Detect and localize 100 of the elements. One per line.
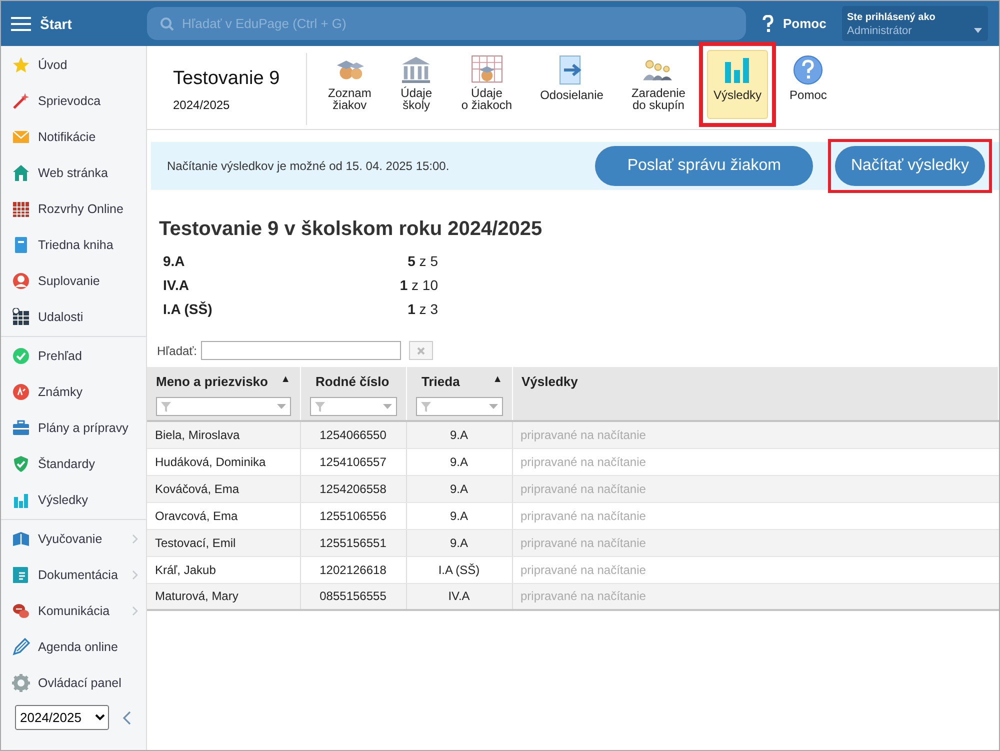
action-button[interactable]: Načítať výsledky: [834, 146, 985, 186]
column-header[interactable]: Meno a priezvisko ▲: [147, 367, 300, 421]
filter-dropdown[interactable]: [310, 397, 396, 416]
sidebar-item[interactable]: Výsledky: [1, 482, 146, 518]
check-circle-icon: [12, 347, 30, 365]
table-cell: pripravané na načítanie: [512, 448, 998, 475]
filter-dropdown[interactable]: [416, 397, 502, 416]
table-cell: 1254066550: [300, 421, 406, 448]
sidebar-item[interactable]: Ovládací panel: [1, 665, 146, 701]
sort-indicator[interactable]: ▲: [492, 374, 502, 389]
help-circle-icon: [791, 55, 826, 85]
table-cell: I.A (SŠ): [406, 556, 512, 583]
table-cell: Hudáková, Dominika: [147, 448, 300, 475]
table-cell: Oravcová, Ema: [147, 502, 300, 529]
sidebar-item[interactable]: Rozvrhy Online: [1, 191, 146, 227]
envelope-icon: [12, 128, 30, 146]
menu-icon: [11, 16, 31, 32]
class-count: 5 z 5: [406, 253, 438, 269]
calendar-grid-icon: [12, 200, 30, 218]
person-icon: [12, 272, 30, 290]
toolbar-button[interactable]: Údaje o žiakoch: [455, 50, 518, 114]
sidebar-item[interactable]: Úvod: [1, 47, 146, 83]
sidebar-item[interactable]: Sprievodca: [1, 83, 146, 119]
calendar-icon: [12, 308, 30, 326]
filter-icon: [420, 402, 430, 412]
user-caption: Ste prihlásený ako: [847, 12, 936, 23]
document-icon: [12, 566, 30, 584]
collapse-button[interactable]: [123, 710, 131, 724]
search-field[interactable]: [201, 341, 402, 360]
book-icon: [12, 236, 30, 254]
column-header[interactable]: Výsledky: [512, 367, 998, 421]
sidebar-item[interactable]: Vyučovanie: [1, 521, 146, 557]
search-label: Hľadať:: [157, 344, 198, 358]
wand-icon: [12, 92, 30, 110]
table-cell: 9.A: [406, 475, 512, 502]
sidebar-item[interactable]: Udalosti: [1, 299, 146, 335]
caret-icon: [974, 28, 982, 33]
user-menu[interactable]: Ste prihlásený ako Administrátor: [842, 6, 988, 41]
briefcase-icon: [12, 419, 30, 437]
sidebar-item[interactable]: Notifikácie: [1, 119, 146, 155]
year-select[interactable]: 2024/2025: [15, 705, 109, 730]
table-cell: Kováčová, Ema: [147, 475, 300, 502]
table-cell: 1254106557: [300, 448, 406, 475]
search-field[interactable]: Hľadať v EduPage (Ctrl + G): [147, 7, 746, 40]
table-cell: Kráľ, Jakub: [147, 556, 300, 583]
toolbar-button[interactable]: Pomoc: [784, 50, 833, 114]
sidebar-item[interactable]: Dokumentácia: [1, 557, 146, 593]
table-cell: pripravané na načítanie: [512, 475, 998, 502]
sidebar-item[interactable]: Prehľad: [1, 338, 146, 374]
class-count: 1 z 3: [406, 301, 438, 317]
column-header[interactable]: Rodné číslo: [300, 367, 406, 421]
filter-dropdown[interactable]: [156, 397, 290, 416]
school-year: 2024/2025: [173, 98, 231, 112]
table-students-icon: [470, 55, 504, 83]
open-book-icon: [12, 530, 30, 548]
toolbar-button[interactable]: Odosielanie: [534, 50, 610, 114]
help-button[interactable]: Pomoc: [762, 14, 826, 32]
table-cell: pripravané na načítanie: [512, 583, 998, 610]
search-icon: [160, 17, 174, 31]
table-cell: pripravané na načítanie: [512, 421, 998, 448]
toolbar-button[interactable]: Zaradenie do skupín: [625, 50, 692, 114]
sidebar-item[interactable]: Známky: [1, 374, 146, 410]
star-icon: [12, 56, 30, 74]
sidebar-item[interactable]: Komunikácia: [1, 593, 146, 629]
filter-icon: [161, 402, 171, 412]
sidebar-item[interactable]: Agenda online: [1, 629, 146, 665]
sidebar-item[interactable]: Suplovanie: [1, 263, 146, 299]
toolbar-button[interactable]: Výsledky: [707, 50, 768, 119]
table-cell: pripravané na načítanie: [512, 529, 998, 556]
page-title: Testovanie 9: [173, 68, 281, 90]
menu-button[interactable]: Štart: [1, 16, 146, 32]
sidebar-item[interactable]: Triedna kniha: [1, 227, 146, 263]
sidebar-item[interactable]: Plány a prípravy: [1, 410, 146, 446]
filter-icon: [314, 402, 324, 412]
chevron-left-icon: [123, 710, 131, 724]
sidebar-item[interactable]: Štandardy: [1, 446, 146, 482]
table-cell: pripravané na načítanie: [512, 556, 998, 583]
toolbar-button[interactable]: Údaje školy: [393, 50, 440, 114]
toolbar-button[interactable]: Zoznam žiakov: [322, 50, 378, 114]
action-button[interactable]: Poslať správu žiakom: [595, 146, 813, 186]
caret-icon: [488, 404, 498, 409]
class-name: I.A (SŠ): [163, 301, 214, 317]
column-header[interactable]: Trieda ▲: [406, 367, 512, 421]
sidebar-item[interactable]: Web stránka: [1, 155, 146, 191]
class-count: 1 z 10: [398, 277, 438, 293]
class-name: 9.A: [163, 253, 186, 269]
clear-button[interactable]: [409, 341, 434, 360]
gear-icon: [12, 674, 30, 692]
chat-bubbles-icon: [12, 602, 30, 620]
table-cell: Maturová, Mary: [147, 583, 300, 610]
table-cell: 9.A: [406, 448, 512, 475]
caret-icon: [382, 404, 392, 409]
bar-chart-icon: [12, 491, 30, 509]
pen-icon: [12, 638, 30, 656]
sort-indicator[interactable]: ▲: [280, 374, 290, 389]
table-cell: 9.A: [406, 421, 512, 448]
chevron-right-icon: [132, 570, 138, 580]
question-icon: [762, 14, 774, 32]
table-cell: 1255156551: [300, 529, 406, 556]
table-cell: 1202126618: [300, 556, 406, 583]
